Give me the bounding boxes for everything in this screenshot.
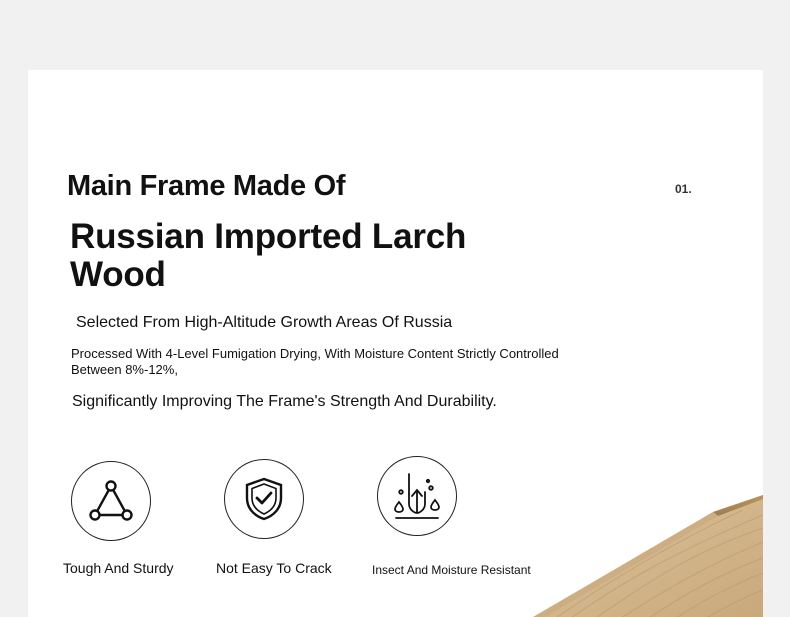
content-card: Main Frame Made Of Russian Imported Larc…: [28, 70, 763, 617]
headline-line-2: Wood: [70, 255, 166, 294]
process-line-2: Between 8%-12%,: [71, 362, 178, 377]
process-paragraph: Processed With 4-Level Fumigation Drying…: [71, 346, 559, 378]
feature-label-crack: Not Easy To Crack: [216, 560, 332, 576]
triangle-nodes-icon: [71, 461, 151, 541]
origin-subheading: Selected From High-Altitude Growth Areas…: [76, 314, 453, 331]
process-line-1: Processed With 4-Level Fumigation Drying…: [71, 346, 559, 361]
larch-wood-plank-image: [533, 495, 763, 617]
feature-label-tough: Tough And Sturdy: [63, 560, 174, 576]
section-headline: Russian Imported Larch Wood: [70, 218, 466, 294]
moisture-insect-icon: [377, 456, 457, 536]
section-kicker: Main Frame Made Of: [67, 170, 346, 202]
durability-subheading: Significantly Improving The Frame's Stre…: [72, 393, 497, 410]
shield-check-icon: [224, 459, 304, 539]
headline-line-1: Russian Imported Larch: [70, 217, 467, 256]
section-index: 01.: [675, 182, 692, 196]
